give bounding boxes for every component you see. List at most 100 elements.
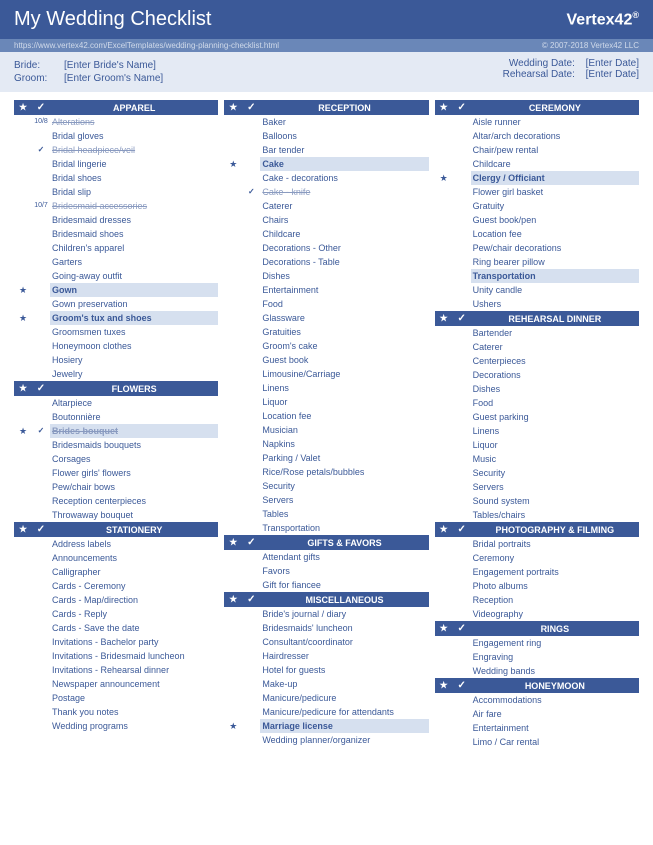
checklist-item[interactable]: Pew/chair bows	[14, 480, 218, 494]
checklist-item[interactable]: Garters	[14, 255, 218, 269]
checklist-item[interactable]: Music	[435, 452, 639, 466]
checklist-item[interactable]: Air fare	[435, 707, 639, 721]
item-check[interactable]	[32, 424, 50, 438]
checklist-item[interactable]: Cards - Reply	[14, 607, 218, 621]
checklist-item[interactable]: Location fee	[435, 227, 639, 241]
checklist-item[interactable]: Childcare	[224, 227, 428, 241]
wedding-date-value[interactable]: [Enter Date]	[586, 58, 639, 69]
checklist-item[interactable]: Bridesmaids bouquets	[14, 438, 218, 452]
checklist-item[interactable]: Servers	[435, 480, 639, 494]
checklist-item[interactable]: Reception centerpieces	[14, 494, 218, 508]
checklist-item[interactable]: Altarpiece	[14, 396, 218, 410]
checklist-item[interactable]: Corsages	[14, 452, 218, 466]
checklist-item[interactable]: Baker	[224, 115, 428, 129]
checklist-item[interactable]: Bridesmaids' luncheon	[224, 621, 428, 635]
checklist-item[interactable]: Cards - Ceremony	[14, 579, 218, 593]
item-check[interactable]	[242, 185, 260, 199]
checklist-item[interactable]: Attendant gifts	[224, 550, 428, 564]
checklist-item[interactable]: Decorations - Table	[224, 255, 428, 269]
checklist-item[interactable]: Going-away outfit	[14, 269, 218, 283]
checklist-item[interactable]: Aisle runner	[435, 115, 639, 129]
checklist-item[interactable]: Boutonnière	[14, 410, 218, 424]
checklist-item[interactable]: Children's apparel	[14, 241, 218, 255]
checklist-item[interactable]: Food	[224, 297, 428, 311]
checklist-item[interactable]: Bridal lingerie	[14, 157, 218, 171]
checklist-item[interactable]: Brides bouquet	[14, 424, 218, 438]
checklist-item[interactable]: Bar tender	[224, 143, 428, 157]
checklist-item[interactable]: Chair/pew rental	[435, 143, 639, 157]
checklist-item[interactable]: Ushers	[435, 297, 639, 311]
checklist-item[interactable]: Napkins	[224, 437, 428, 451]
checklist-item[interactable]: Hotel for guests	[224, 663, 428, 677]
checklist-item[interactable]: Musician	[224, 423, 428, 437]
checklist-item[interactable]: Gratuity	[435, 199, 639, 213]
checklist-item[interactable]: Dishes	[224, 269, 428, 283]
checklist-item[interactable]: Parking / Valet	[224, 451, 428, 465]
checklist-item[interactable]: Bridesmaid shoes	[14, 227, 218, 241]
checklist-item[interactable]: Postage	[14, 691, 218, 705]
checklist-item[interactable]: Calligrapher	[14, 565, 218, 579]
checklist-item[interactable]: Decorations - Other	[224, 241, 428, 255]
checklist-item[interactable]: Food	[435, 396, 639, 410]
checklist-item[interactable]: Favors	[224, 564, 428, 578]
checklist-item[interactable]: Consultant/coordinator	[224, 635, 428, 649]
checklist-item[interactable]: Invitations - Bachelor party	[14, 635, 218, 649]
checklist-item[interactable]: Wedding planner/organizer	[224, 733, 428, 747]
checklist-item[interactable]: Altar/arch decorations	[435, 129, 639, 143]
checklist-item[interactable]: Hairdresser	[224, 649, 428, 663]
checklist-item[interactable]: Flower girl basket	[435, 185, 639, 199]
checklist-item[interactable]: Chairs	[224, 213, 428, 227]
checklist-item[interactable]: Security	[224, 479, 428, 493]
checklist-item[interactable]: Transportation	[224, 521, 428, 535]
checklist-item[interactable]: Decorations	[435, 368, 639, 382]
checklist-item[interactable]: Cake	[224, 157, 428, 171]
checklist-item[interactable]: Location fee	[224, 409, 428, 423]
checklist-item[interactable]: Clergy / Officiant	[435, 171, 639, 185]
checklist-item[interactable]: Gown preservation	[14, 297, 218, 311]
checklist-item[interactable]: Groom's cake	[224, 339, 428, 353]
checklist-item[interactable]: Entertainment	[435, 721, 639, 735]
checklist-item[interactable]: Make-up	[224, 677, 428, 691]
item-star[interactable]	[14, 283, 32, 297]
checklist-item[interactable]: Wedding bands	[435, 664, 639, 678]
checklist-item[interactable]: Thank you notes	[14, 705, 218, 719]
checklist-item[interactable]: Unity candle	[435, 283, 639, 297]
checklist-item[interactable]: Honeymoon clothes	[14, 339, 218, 353]
groom-value[interactable]: [Enter Groom's Name]	[64, 73, 163, 84]
checklist-item[interactable]: Photo albums	[435, 579, 639, 593]
checklist-item[interactable]: Pew/chair decorations	[435, 241, 639, 255]
checklist-item[interactable]: Newspaper announcement	[14, 677, 218, 691]
checklist-item[interactable]: Dishes	[435, 382, 639, 396]
checklist-item[interactable]: Linens	[435, 424, 639, 438]
item-star[interactable]	[224, 157, 242, 171]
checklist-item[interactable]: Guest parking	[435, 410, 639, 424]
checklist-item[interactable]: Balloons	[224, 129, 428, 143]
checklist-item[interactable]: Cards - Save the date	[14, 621, 218, 635]
checklist-item[interactable]: Groomsmen tuxes	[14, 325, 218, 339]
checklist-item[interactable]: Reception	[435, 593, 639, 607]
checklist-item[interactable]: Bridesmaid dresses	[14, 213, 218, 227]
checklist-item[interactable]: Engagement ring	[435, 636, 639, 650]
checklist-item[interactable]: Bridal gloves	[14, 129, 218, 143]
checklist-item[interactable]: Transportation	[435, 269, 639, 283]
checklist-item[interactable]: Hosiery	[14, 353, 218, 367]
checklist-item[interactable]: Cake - knife	[224, 185, 428, 199]
checklist-item[interactable]: Announcements	[14, 551, 218, 565]
checklist-item[interactable]: Engagement portraits	[435, 565, 639, 579]
rehearsal-date-value[interactable]: [Enter Date]	[586, 69, 639, 80]
checklist-item[interactable]: Guest book/pen	[435, 213, 639, 227]
checklist-item[interactable]: Manicure/pedicure	[224, 691, 428, 705]
checklist-item[interactable]: Gratuities	[224, 325, 428, 339]
checklist-item[interactable]: Bartender	[435, 326, 639, 340]
checklist-item[interactable]: Limo / Car rental	[435, 735, 639, 749]
checklist-item[interactable]: Servers	[224, 493, 428, 507]
checklist-item[interactable]: 10/8Alterations	[14, 115, 218, 129]
checklist-item[interactable]: Invitations - Rehearsal dinner	[14, 663, 218, 677]
checklist-item[interactable]: Bridal portraits	[435, 537, 639, 551]
item-star[interactable]	[14, 424, 32, 438]
checklist-item[interactable]: Ceremony	[435, 551, 639, 565]
checklist-item[interactable]: 10/7Bridesmaid accessories	[14, 199, 218, 213]
item-check[interactable]	[32, 143, 50, 157]
checklist-item[interactable]: Engraving	[435, 650, 639, 664]
item-check[interactable]: 10/8	[32, 115, 50, 129]
